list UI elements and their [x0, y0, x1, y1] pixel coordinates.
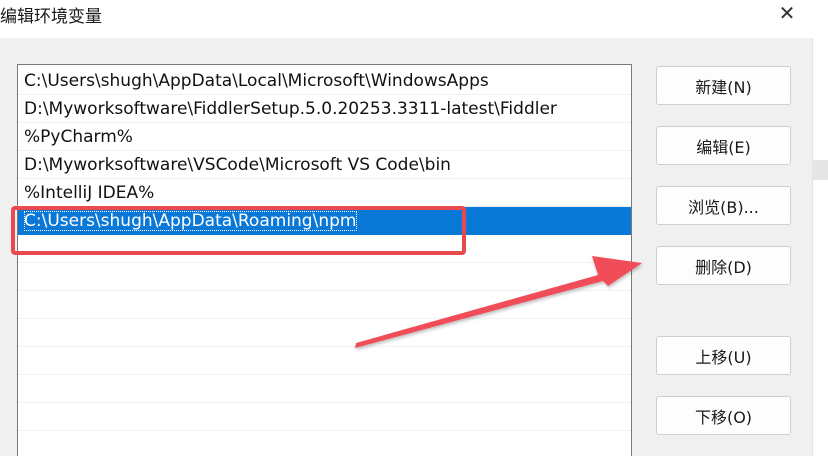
empty-list-row[interactable]: [18, 431, 631, 456]
title-bar: 编辑环境变量 ✕: [0, 0, 828, 38]
path-text: %PyCharm%: [24, 127, 133, 147]
move-down-button[interactable]: 下移(O): [656, 396, 791, 435]
empty-list-row[interactable]: [18, 291, 631, 319]
path-list-item-selected[interactable]: C:\Users\shugh\AppData\Roaming\npm: [18, 207, 631, 235]
path-list-item[interactable]: C:\Users\shugh\AppData\Local\Microsoft\W…: [18, 67, 631, 95]
path-text: %IntelliJ IDEA%: [24, 183, 155, 203]
path-list-item[interactable]: D:\Myworksoftware\FiddlerSetup.5.0.20253…: [18, 95, 631, 123]
move-up-button[interactable]: 上移(U): [656, 336, 791, 375]
delete-button[interactable]: 删除(D): [656, 246, 791, 285]
edit-environment-variable-dialog: 编辑环境变量 ✕ C:\Users\shugh\AppData\Local\Mi…: [0, 0, 828, 456]
path-text: C:\Users\shugh\AppData\Local\Microsoft\W…: [24, 71, 489, 91]
empty-list-row[interactable]: [18, 347, 631, 375]
path-list-item[interactable]: D:\Myworksoftware\VSCode\Microsoft VS Co…: [18, 151, 631, 179]
empty-list-row[interactable]: [18, 403, 631, 431]
edit-button[interactable]: 编辑(E): [656, 126, 791, 165]
background-window-mark: [812, 160, 828, 180]
close-icon[interactable]: ✕: [772, 0, 802, 26]
new-button[interactable]: 新建(N): [656, 66, 791, 105]
path-list-item[interactable]: %PyCharm%: [18, 123, 631, 151]
empty-list-row[interactable]: [18, 235, 631, 263]
empty-list-row[interactable]: [18, 319, 631, 347]
path-text: D:\Myworksoftware\VSCode\Microsoft VS Co…: [24, 155, 451, 175]
path-text: D:\Myworksoftware\FiddlerSetup.5.0.20253…: [24, 99, 557, 119]
path-text: C:\Users\shugh\AppData\Roaming\npm: [24, 211, 358, 231]
window-title: 编辑环境变量: [0, 7, 102, 27]
browse-button[interactable]: 浏览(B)...: [656, 186, 791, 225]
path-list[interactable]: C:\Users\shugh\AppData\Local\Microsoft\W…: [17, 64, 632, 456]
empty-list-row[interactable]: [18, 375, 631, 403]
path-list-item[interactable]: %IntelliJ IDEA%: [18, 179, 631, 207]
background-window-edge: [812, 38, 828, 456]
empty-list-row[interactable]: [18, 263, 631, 291]
